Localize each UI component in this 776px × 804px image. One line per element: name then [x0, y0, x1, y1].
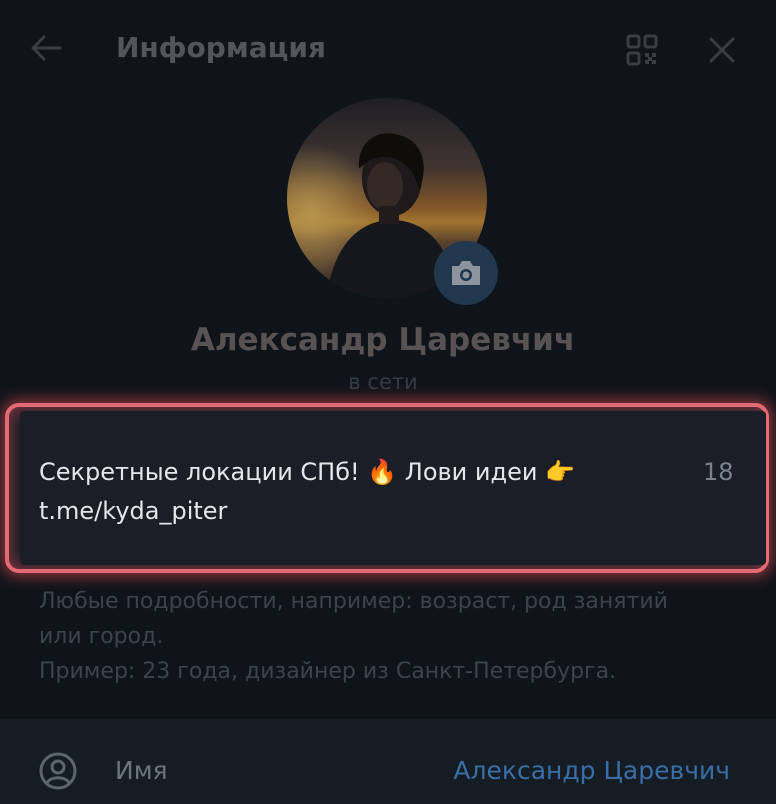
hint-line-2: или город. [39, 624, 164, 649]
qr-code-icon [626, 34, 658, 66]
bio-char-counter: 18 [703, 458, 734, 486]
camera-icon [452, 261, 480, 285]
hint-line-3: Пример: 23 года, дизайнер из Санкт-Петер… [39, 659, 617, 684]
header: Информация [0, 0, 776, 100]
bio-text-part-1: Секретные локации СПб! [39, 458, 368, 486]
close-button[interactable] [702, 30, 742, 70]
profile-name: Александр Царевчич [190, 322, 576, 358]
qr-code-button[interactable] [622, 30, 662, 70]
name-field-label: Имя [115, 756, 168, 785]
back-button[interactable] [26, 28, 66, 68]
profile-info-window: Информация Александр Царевчич в сети Сек… [0, 0, 776, 804]
bio-link-text: t.me/kyda_piter [39, 497, 228, 525]
name-field-value[interactable]: Александр Царевчич [453, 756, 730, 785]
user-icon [38, 751, 78, 791]
arrow-left-icon [31, 35, 62, 61]
bio-text-part-2: Лови идеи [397, 458, 546, 486]
close-icon [709, 37, 735, 63]
bio-hint: Любые подробности, например: возраст, ро… [39, 584, 739, 689]
bio-input-text[interactable]: Секретные локации СПб! 🔥 Лови идеи 👉 t.m… [39, 453, 679, 531]
page-title: Информация [116, 31, 326, 64]
pointing-emoji: 👉 [545, 458, 575, 486]
change-photo-button[interactable] [434, 241, 498, 305]
hint-line-1: Любые подробности, например: возраст, ро… [39, 589, 668, 614]
fire-emoji: 🔥 [367, 458, 398, 486]
online-status: в сети [348, 370, 418, 394]
